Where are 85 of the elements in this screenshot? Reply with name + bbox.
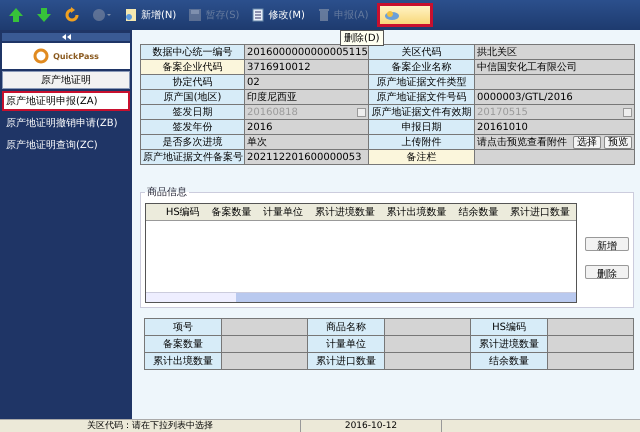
field-label: 累计进口数量	[308, 352, 384, 370]
toolbar-button[interactable]: 修改(M)	[247, 3, 309, 27]
field-value[interactable]: 02	[244, 74, 368, 90]
field-label: 签发年份	[140, 120, 244, 134]
small-button[interactable]: 选择	[573, 136, 601, 148]
field-value[interactable]	[384, 336, 470, 352]
field-value[interactable]	[222, 318, 308, 336]
floppy-icon	[188, 8, 202, 22]
field-label: 备案数量	[144, 336, 222, 352]
field-label: 原产地证据文件有效期	[368, 104, 474, 120]
field-label: 关区代码	[368, 44, 474, 60]
grid-button[interactable]: 新增	[585, 237, 629, 251]
column-header: 备案数量	[210, 206, 252, 220]
field-value[interactable]	[474, 74, 634, 90]
document-icon	[124, 8, 138, 22]
field-label: 上传附件	[368, 134, 474, 150]
toolbar-button[interactable]	[376, 3, 433, 27]
field-value[interactable]	[548, 336, 634, 352]
field-value[interactable]: 3716910012	[244, 60, 368, 74]
field-label: 累计进境数量	[470, 336, 548, 352]
small-button[interactable]: 预览	[604, 136, 632, 148]
field-value[interactable]: 请点击预览查看附件 选择 预览	[474, 134, 634, 150]
column-header: 累计进口数量	[509, 206, 572, 220]
field-value[interactable]	[474, 150, 634, 164]
field-label: 备案企业名称	[368, 60, 474, 74]
field-value[interactable]: 20161010	[474, 120, 634, 134]
cloud-icon	[384, 9, 400, 21]
field-label: 申报日期	[368, 120, 474, 134]
grid-button[interactable]: 删除	[585, 265, 629, 279]
field-value[interactable]: 拱北关区	[474, 44, 634, 60]
logo-icon	[33, 48, 50, 64]
field-value[interactable]: 2016	[244, 120, 368, 134]
sidebar-item[interactable]: 原产地证明撤销申请(ZB)	[2, 113, 130, 133]
double-chevron-icon	[62, 34, 70, 40]
logo-text: QuickPass	[53, 52, 99, 60]
sidebar-item[interactable]: 原产地证明查询(ZC)	[2, 135, 130, 155]
field-label: 原产地证据文件号码	[368, 90, 474, 104]
status-text: 关区代码：请在下拉列表中选择	[0, 420, 301, 432]
column-header: 计量单位	[262, 206, 304, 220]
field-label: 结余数量	[470, 352, 548, 370]
field-label: 数据中心统一编号	[140, 44, 244, 60]
toolbar-button[interactable]: 新增(N)	[120, 3, 180, 27]
field-label: 项号	[144, 318, 222, 336]
column-header: 结余数量	[457, 206, 500, 220]
field-value[interactable]: 0000003/GTL/2016	[474, 90, 634, 104]
field-value[interactable]	[222, 336, 308, 352]
field-value[interactable]	[222, 352, 308, 370]
field-value[interactable]	[384, 352, 470, 370]
field-value[interactable]	[548, 318, 634, 336]
field-label: 备案企业代码	[140, 60, 244, 74]
field-label: 累计出境数量	[144, 352, 222, 370]
field-label: 原产地证据文件类型	[368, 74, 474, 90]
field-value[interactable]: 印度尼西亚	[244, 90, 368, 104]
trash-can-icon	[316, 8, 331, 22]
column-header: HS编码	[164, 206, 201, 220]
horizontal-scrollbar[interactable]	[146, 292, 576, 302]
field-label: 签发日期	[140, 104, 244, 120]
field-label: 原产地证据文件备案号	[140, 150, 244, 164]
field-value[interactable]: 中信国安化工有限公司	[474, 60, 634, 74]
field-value[interactable]	[384, 318, 470, 336]
panel-title: 商品信息	[146, 186, 188, 199]
field-label: 协定代码	[140, 74, 244, 90]
field-label: 备注栏	[368, 150, 474, 164]
attachment-text: 请点击预览查看附件	[477, 136, 567, 149]
field-label: 原产国(地区)	[140, 90, 244, 104]
field-label: 是否多次进境	[140, 134, 244, 150]
section-button[interactable]: 原产地证明	[2, 71, 130, 89]
collapse-bar[interactable]	[2, 33, 130, 41]
field-value[interactable]	[548, 352, 634, 370]
field-value[interactable]: 202112201600000053	[244, 150, 368, 164]
up-arrow-icon	[8, 7, 24, 23]
field-value[interactable]: 2016000000000005115	[244, 44, 368, 60]
down-arrow-icon	[36, 7, 52, 23]
tooltip: 删除(D)	[340, 30, 384, 46]
sidebar-item[interactable]: 原产地证明申报(ZA)	[2, 91, 130, 111]
column-header: 累计出境数量	[386, 206, 448, 220]
refresh-icon	[64, 7, 80, 23]
field-value[interactable]: 单次	[244, 134, 368, 150]
circle-dropdown-icon	[92, 8, 112, 22]
status-text: 2016-10-12	[301, 420, 442, 432]
column-header: 累计进境数量	[314, 206, 376, 220]
form-icon	[251, 8, 266, 22]
field-label: 商品名称	[308, 318, 384, 336]
field-label: 计量单位	[308, 336, 384, 352]
field-label: HS编码	[470, 318, 548, 336]
